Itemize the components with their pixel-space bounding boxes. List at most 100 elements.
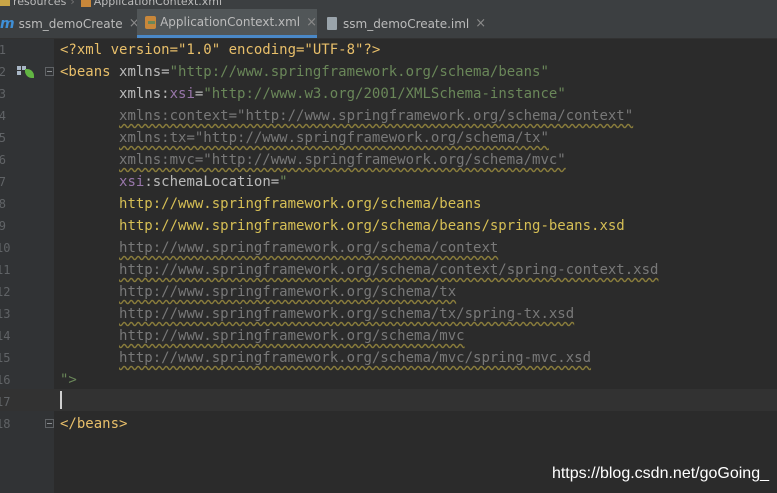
close-icon[interactable]: × xyxy=(306,15,317,30)
code-line[interactable]: 2 <beans xmlns="http://www.springframewor… xyxy=(0,61,777,83)
tab-label: ssm_demoCreate xyxy=(18,16,123,31)
line-number-text: 17 xyxy=(0,395,10,409)
code-token: http://www.springframework.org/schema/tx… xyxy=(119,306,575,322)
code-token: http://www.springframework.org/schema/tx xyxy=(119,284,457,300)
code-line[interactable]: 16 "> xyxy=(0,369,777,391)
line-number-text: 3 xyxy=(0,87,6,101)
code-line[interactable]: 13 http://www.springframework.org/schema… xyxy=(0,303,777,325)
code-text[interactable]: http://www.springframework.org/schema/be… xyxy=(60,215,625,237)
line-number: 6 xyxy=(0,149,10,171)
code-line[interactable]: 8 http://www.springframework.org/schema/… xyxy=(0,193,777,215)
code-token: <?xml version="1.0" encoding="UTF-8"?> xyxy=(60,42,381,58)
code-line[interactable]: 7 xsi:schemaLocation=" xyxy=(0,171,777,193)
code-token: xmlns: xyxy=(119,86,170,102)
line-number: 7 xyxy=(0,171,10,193)
code-line[interactable]: 18 </beans> xyxy=(0,413,777,435)
line-number: 12 xyxy=(0,281,10,303)
code-text[interactable]: xsi:schemaLocation=" xyxy=(60,171,288,193)
line-number: 9 xyxy=(0,215,10,237)
code-text[interactable]: xmlns:xsi="http://www.w3.org/2001/XMLSch… xyxy=(60,83,566,105)
code-text[interactable]: xmlns:mvc="http://www.springframework.or… xyxy=(60,149,566,171)
code-text[interactable]: http://www.springframework.org/schema/mv… xyxy=(60,325,465,347)
code-text[interactable]: http://www.springframework.org/schema/mv… xyxy=(60,347,591,369)
code-token: " xyxy=(279,174,288,190)
xml-file-icon xyxy=(145,15,157,29)
code-token: http://www.springframework.org/schema/mv… xyxy=(119,328,465,344)
line-number-text: 14 xyxy=(0,329,10,343)
code-line[interactable]: 12 http://www.springframework.org/schema… xyxy=(0,281,777,303)
code-line[interactable]: 17 xyxy=(0,391,777,413)
line-number-text: 2 xyxy=(0,65,6,79)
line-number-text: 9 xyxy=(0,219,6,233)
line-number-text: 7 xyxy=(0,175,6,189)
code-token: xsi xyxy=(169,86,195,102)
line-number-text: 1 xyxy=(0,43,6,57)
code-token: "http://www.springframework.org/schema/b… xyxy=(169,64,549,80)
code-token: "> xyxy=(60,372,77,388)
line-number: 16 xyxy=(0,369,10,391)
close-icon[interactable]: × xyxy=(475,16,486,31)
line-number-text: 15 xyxy=(0,351,10,365)
line-number: 18 xyxy=(0,413,10,435)
code-text[interactable]: xmlns:tx="http://www.springframework.org… xyxy=(60,127,549,149)
iml-file-icon xyxy=(327,17,337,30)
code-token: http://www.springframework.org/schema/co… xyxy=(119,240,499,256)
line-number: 5 xyxy=(0,127,10,149)
code-token: xsi xyxy=(119,174,145,190)
breadcrumb-item-file[interactable]: ApplicationContext.xml xyxy=(94,0,222,8)
tab-label: ApplicationContext.xml xyxy=(160,15,301,29)
code-line[interactable]: 10 http://www.springframework.org/schema… xyxy=(0,237,777,259)
code-text[interactable]: http://www.springframework.org/schema/tx xyxy=(60,281,456,303)
code-text[interactable]: <?xml version="1.0" encoding="UTF-8"?> xyxy=(60,39,380,61)
maven-module-icon: m xyxy=(0,15,15,32)
code-token: xmlns= xyxy=(119,64,170,80)
code-token: http://www.springframework.org/schema/co… xyxy=(119,262,659,278)
line-number-text: 5 xyxy=(0,131,6,145)
code-line[interactable]: 14 http://www.springframework.org/schema… xyxy=(0,325,777,347)
code-text[interactable]: xmlns:context="http://www.springframewor… xyxy=(60,105,633,127)
code-line[interactable]: 1 <?xml version="1.0" encoding="UTF-8"?> xyxy=(0,39,777,61)
code-token: http://www.springframework.org/schema/be… xyxy=(119,218,625,234)
code-line[interactable]: 11 http://www.springframework.org/schema… xyxy=(0,259,777,281)
fold-toggle-icon[interactable] xyxy=(45,419,54,428)
code-line[interactable]: 3 xmlns:xsi="http://www.w3.org/2001/XMLS… xyxy=(0,83,777,105)
watermark: https://blog.csdn.net/goGoing_ xyxy=(551,465,769,482)
code-token: </beans> xyxy=(60,416,128,432)
line-number-text: 11 xyxy=(0,263,10,277)
code-line[interactable]: 5 xmlns:tx="http://www.springframework.o… xyxy=(0,127,777,149)
line-number-text: 12 xyxy=(0,285,10,299)
tab-application-context[interactable]: ApplicationContext.xml × xyxy=(137,9,317,38)
line-number: 1 xyxy=(0,39,10,61)
code-text[interactable]: "> xyxy=(60,369,77,391)
code-line[interactable]: 6 xmlns:mvc="http://www.springframework.… xyxy=(0,149,777,171)
line-number-text: 10 xyxy=(0,241,10,255)
code-text[interactable]: http://www.springframework.org/schema/tx… xyxy=(60,303,574,325)
editor-tab-bar: m ssm_demoCreate × ApplicationContext.xm… xyxy=(0,9,777,39)
tab-ssm-democreate-iml[interactable]: ssm_demoCreate.iml × xyxy=(317,9,489,38)
code-text[interactable]: http://www.springframework.org/schema/co… xyxy=(60,237,498,259)
code-line[interactable]: 4 xmlns:context="http://www.springframew… xyxy=(0,105,777,127)
code-text[interactable]: http://www.springframework.org/schema/be… xyxy=(60,193,481,215)
tab-ssm-democreate[interactable]: m ssm_demoCreate × xyxy=(0,9,140,38)
line-number: 3 xyxy=(0,83,10,105)
code-text[interactable]: </beans> xyxy=(60,413,127,435)
code-token: :schemaLocation= xyxy=(144,174,280,190)
code-text[interactable]: <beans xmlns="http://www.springframework… xyxy=(60,61,549,83)
breadcrumb-item-resources[interactable]: resources xyxy=(13,0,66,8)
code-line[interactable]: 9 http://www.springframework.org/schema/… xyxy=(0,215,777,237)
fold-toggle-icon[interactable] xyxy=(45,67,54,76)
code-line[interactable]: 15 http://www.springframework.org/schema… xyxy=(0,347,777,369)
code-text[interactable]: http://www.springframework.org/schema/co… xyxy=(60,259,658,281)
line-number: 15 xyxy=(0,347,10,369)
spring-bean-gutter-icon[interactable] xyxy=(17,66,35,80)
